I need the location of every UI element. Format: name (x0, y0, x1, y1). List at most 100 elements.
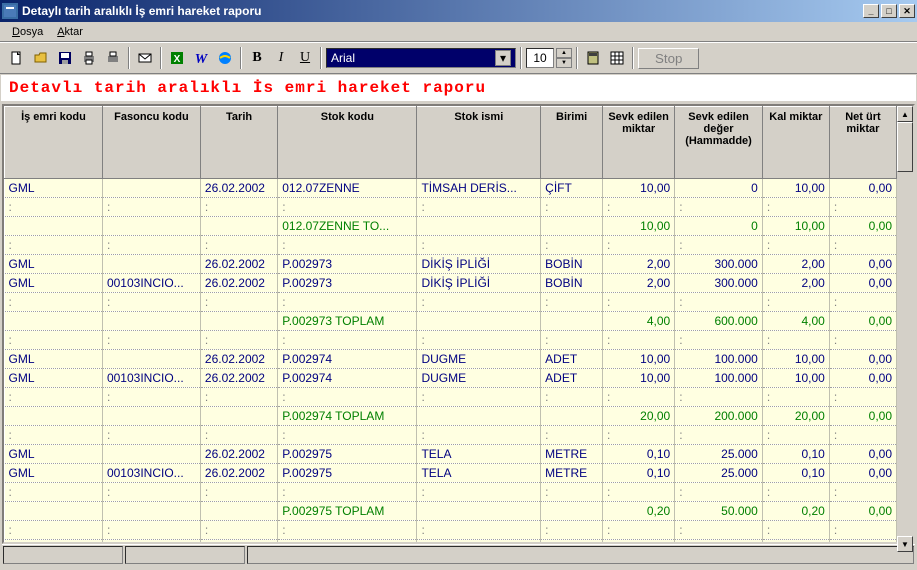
table-row[interactable]: : : : : : : : : : : (5, 388, 897, 407)
scroll-down-icon[interactable]: ▼ (897, 536, 913, 552)
cell-isemri (5, 217, 103, 236)
table-row[interactable]: : : : : : : : : : : (5, 521, 897, 540)
cell-sedm: 10,00 (603, 179, 675, 198)
window-title: Detaylı tarih aralıklı İş emri hareket r… (22, 4, 863, 18)
font-selector[interactable]: Arial ▾ (326, 48, 516, 68)
font-size-input[interactable] (526, 48, 554, 68)
col-header-sedd[interactable]: Sevk edilen değer (Hammadde) (675, 107, 763, 179)
cell-stokismi: TELA (417, 445, 541, 464)
table-row[interactable]: GML26.02.2002012.07ZENNETİMSAH DERİS...Ç… (5, 179, 897, 198)
menubar: Dosya Aktar (0, 22, 917, 42)
cell-birimi: BOBİN (541, 255, 603, 274)
ie-button[interactable] (214, 47, 236, 69)
minimize-button[interactable]: _ (863, 4, 879, 18)
excel-button[interactable]: X (166, 47, 188, 69)
cell-stokismi: DUGME (417, 350, 541, 369)
table-row[interactable]: 012.07ZENNE TO...10,00010,000,00 (5, 217, 897, 236)
scroll-thumb[interactable] (897, 122, 913, 172)
col-header-stokismi[interactable]: Stok ismi (417, 107, 541, 179)
table-row[interactable]: : : : : : : : : : : (5, 331, 897, 350)
maximize-button[interactable]: □ (881, 4, 897, 18)
cell-kal: 10,00 (762, 369, 829, 388)
mail-button[interactable] (134, 47, 156, 69)
table-row[interactable]: : : : : : : : : : : (5, 236, 897, 255)
open-button[interactable] (30, 47, 52, 69)
cell-tarih (200, 502, 277, 521)
col-header-tarih[interactable]: Tarih (200, 107, 277, 179)
col-header-fasoncu[interactable]: Fasoncu kodu (102, 107, 200, 179)
col-header-birimi[interactable]: Birimi (541, 107, 603, 179)
col-header-sedm[interactable]: Sevk edilen miktar (603, 107, 675, 179)
table-row[interactable]: : : : : : : : : : : (5, 198, 897, 217)
cell-birimi: METRE (541, 464, 603, 483)
print-button[interactable] (78, 47, 100, 69)
cell-sedm: 10,00 (603, 369, 675, 388)
table-row[interactable]: : : : : : : : : : : (5, 426, 897, 445)
cell-sedm: 2,00 (603, 255, 675, 274)
grid-button[interactable] (606, 47, 628, 69)
cell-sedd: 100.000 (675, 369, 763, 388)
cell-net: 0,00 (829, 312, 896, 331)
report-title: Detavlı tarih aralıklı İs emri hareket r… (0, 74, 917, 102)
table-row[interactable]: P.002973 TOPLAM4,00600.0004,000,00 (5, 312, 897, 331)
cell-stokismi (417, 502, 541, 521)
cell-isemri (5, 502, 103, 521)
cell-stokismi: TELA (417, 464, 541, 483)
new-button[interactable] (6, 47, 28, 69)
cell-isemri: GML (5, 255, 103, 274)
print2-button[interactable] (102, 47, 124, 69)
word-button[interactable]: W (190, 47, 212, 69)
size-down-button[interactable]: ▼ (556, 58, 572, 68)
cell-fasoncu: 00103INCIO... (102, 369, 200, 388)
calc-button[interactable] (582, 47, 604, 69)
status-panel-3 (247, 546, 914, 564)
save-button[interactable] (54, 47, 76, 69)
dropdown-icon: ▾ (495, 50, 511, 66)
table-row[interactable]: GML00103INCIO...26.02.2002P.002975TELAME… (5, 464, 897, 483)
vertical-scrollbar[interactable]: ▲ ▼ (897, 106, 913, 542)
cell-birimi: ÇİFT (541, 179, 603, 198)
cell-stokismi: DİKİŞ İPLİĞİ (417, 255, 541, 274)
table-row[interactable]: P.002974 TOPLAM20,00200.00020,000,00 (5, 407, 897, 426)
size-up-button[interactable]: ▲ (556, 48, 572, 58)
cell-sedd: 600.000 (675, 312, 763, 331)
bold-button[interactable]: B (246, 47, 268, 69)
cell-birimi (541, 312, 603, 331)
underline-button[interactable]: U (294, 47, 316, 69)
table-row[interactable]: : : : : : : : : : : (5, 293, 897, 312)
cell-birimi: BOBİN (541, 274, 603, 293)
cell-tarih: 26.02.2002 (200, 350, 277, 369)
table-row[interactable]: GML26.02.2002P.002973DİKİŞ İPLİĞİBOBİN2,… (5, 255, 897, 274)
cell-kal: 2,00 (762, 255, 829, 274)
table-row[interactable]: GML00103INCIO...26.02.2002P.002973DİKİŞ … (5, 274, 897, 293)
table-row[interactable]: P.002975 TOPLAM0,2050.0000,200,00 (5, 502, 897, 521)
cell-stokkodu: 012.07ZENNE (278, 179, 417, 198)
cell-stokkodu: P.002974 (278, 350, 417, 369)
cell-sedm: 2,00 (603, 540, 675, 543)
cell-stokkodu: P.002973 (278, 274, 417, 293)
table-row[interactable]: GML26.02.2002P.002976ETİKET MARKAADET2,0… (5, 540, 897, 543)
scroll-up-icon[interactable]: ▲ (897, 106, 913, 122)
col-header-stokkodu[interactable]: Stok kodu (278, 107, 417, 179)
cell-net: 0,00 (829, 502, 896, 521)
cell-net: 0,00 (829, 274, 896, 293)
cell-fasoncu: 00103INCIO... (102, 464, 200, 483)
italic-button[interactable]: I (270, 47, 292, 69)
cell-net: 0,00 (829, 350, 896, 369)
table-row[interactable]: : : : : : : : : : : (5, 483, 897, 502)
col-header-net[interactable]: Net ürt miktar (829, 107, 896, 179)
table-row[interactable]: GML00103INCIO...26.02.2002P.002974DUGMEA… (5, 369, 897, 388)
cell-tarih: 26.02.2002 (200, 369, 277, 388)
cell-stokismi: DUGME (417, 369, 541, 388)
cell-tarih: 26.02.2002 (200, 540, 277, 543)
stop-button[interactable]: Stop (638, 48, 699, 69)
col-header-isemri[interactable]: İş emri kodu (5, 107, 103, 179)
close-button[interactable]: ✕ (899, 4, 915, 18)
menu-aktar[interactable]: Aktar (51, 24, 89, 40)
table-row[interactable]: GML26.02.2002P.002975TELAMETRE0,1025.000… (5, 445, 897, 464)
cell-stokismi (417, 217, 541, 236)
table-row[interactable]: GML26.02.2002P.002974DUGMEADET10,00100.0… (5, 350, 897, 369)
menu-dosya[interactable]: Dosya (6, 24, 49, 40)
cell-kal: 2,00 (762, 540, 829, 543)
col-header-kal[interactable]: Kal miktar (762, 107, 829, 179)
